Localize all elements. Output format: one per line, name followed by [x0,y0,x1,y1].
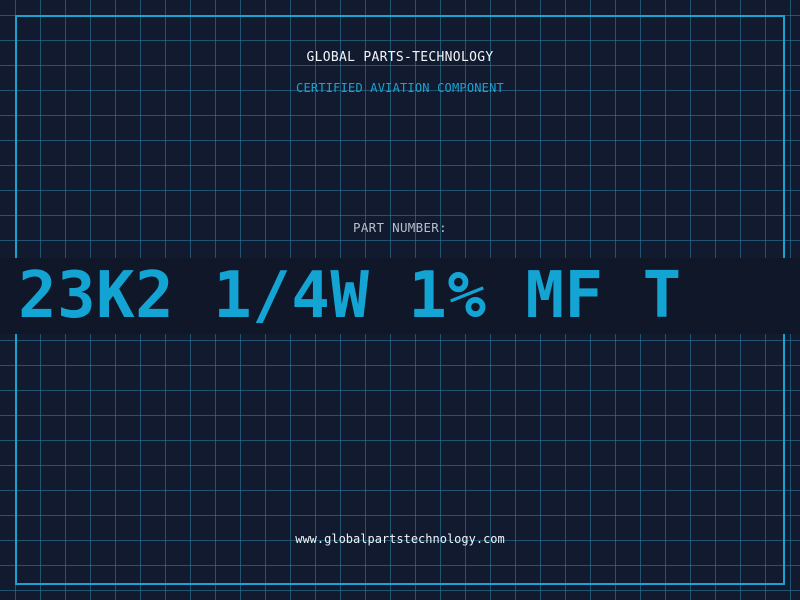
website-url: www.globalpartstechnology.com [295,532,505,546]
brand-name: GLOBAL PARTS-TECHNOLOGY [306,50,494,65]
part-number-band: 6 23K2 1/4W 1% MF T [0,258,800,334]
part-number-label: PART NUMBER: [353,220,447,235]
part-number-value: 6 23K2 1/4W 1% MF T [0,259,682,333]
brand-tagline: CERTIFIED AVIATION COMPONENT [296,81,504,95]
